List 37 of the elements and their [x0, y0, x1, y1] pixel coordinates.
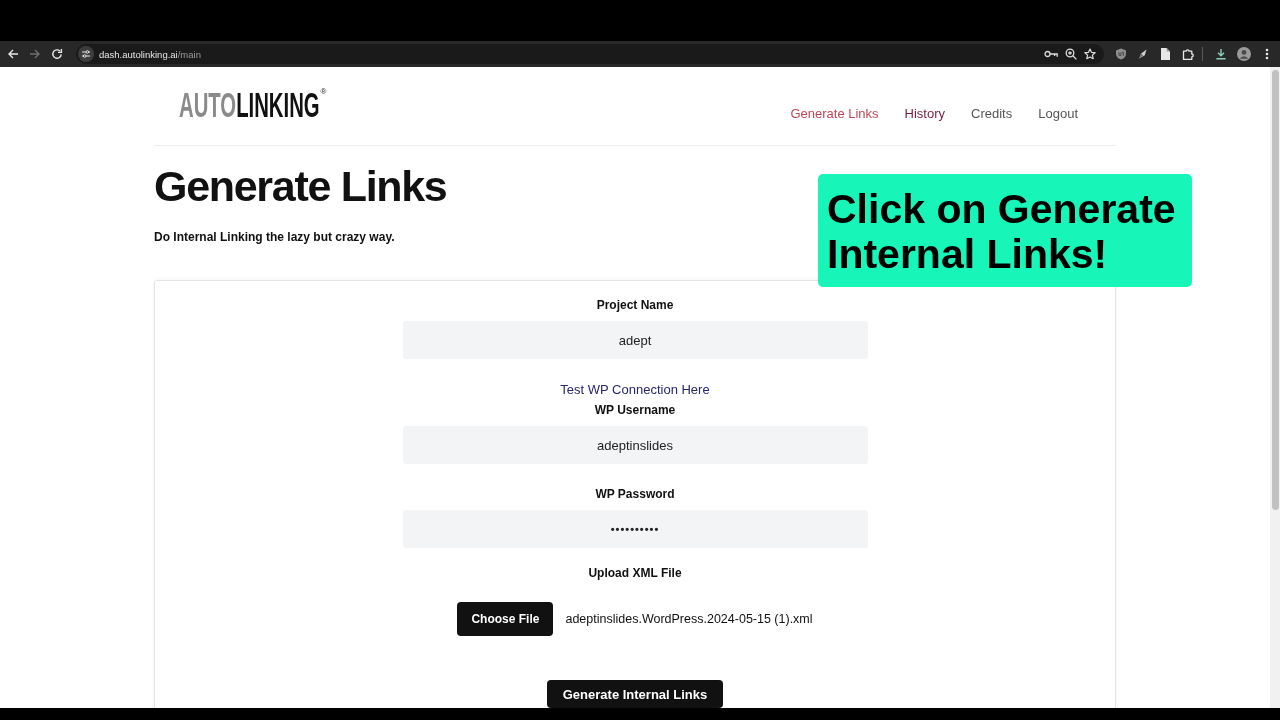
callout-text: Click on Generate Internal Links! — [818, 174, 1192, 287]
reload-icon[interactable] — [51, 48, 63, 60]
field-label: WP Username — [594, 402, 676, 418]
scrollbar-track[interactable] — [1270, 67, 1280, 708]
registered-mark: ® — [320, 88, 327, 96]
puzzle-icon[interactable] — [1182, 48, 1194, 60]
field-label: Project Name — [596, 297, 674, 313]
test-connection-link[interactable]: Test WP Connection Here — [560, 381, 710, 398]
key-icon[interactable] — [1044, 49, 1058, 59]
nav-link[interactable]: Logout — [1038, 106, 1078, 122]
password-field[interactable]: •••••••••• — [402, 510, 868, 548]
back-icon[interactable] — [7, 48, 19, 60]
zoom-icon[interactable] — [1065, 48, 1077, 60]
page-title: Generate Links — [154, 161, 447, 211]
nav-link[interactable]: Generate Links — [790, 106, 879, 122]
logo-text[interactable]: AUTOLINKING — [179, 87, 320, 122]
download-icon[interactable] — [1215, 48, 1227, 60]
page-subtitle: Do Internal Linking the lazy but crazy way. — [154, 229, 395, 245]
choose-file-button[interactable]: Choose File — [457, 602, 554, 636]
menu-icon[interactable] — [1265, 48, 1269, 60]
avatar-icon[interactable] — [1237, 47, 1251, 61]
nav-link[interactable]: Credits — [971, 106, 1013, 122]
address-bar[interactable]: dash.autolinking.ai/main — [76, 44, 1104, 64]
input-field[interactable]: adept — [402, 321, 868, 359]
star-icon[interactable] — [1084, 48, 1096, 60]
scrollbar-thumb[interactable] — [1271, 70, 1279, 510]
file-name: adeptinslides.WordPress.2024-05-15 (1).xml — [565, 612, 813, 626]
input-field[interactable]: adeptinslides — [402, 426, 868, 464]
nav-link[interactable]: History — [904, 106, 946, 122]
document-icon[interactable] — [1160, 48, 1170, 60]
shield-icon[interactable] — [1115, 48, 1127, 60]
field-label: Upload XML File — [588, 565, 682, 581]
generate-button[interactable]: Generate Internal Links — [546, 680, 724, 708]
site-settings-icon[interactable] — [78, 46, 94, 62]
field-label: WP Password — [595, 486, 675, 502]
url-text: dash.autolinking.ai/main — [99, 48, 201, 60]
pen-icon[interactable] — [1137, 48, 1149, 60]
